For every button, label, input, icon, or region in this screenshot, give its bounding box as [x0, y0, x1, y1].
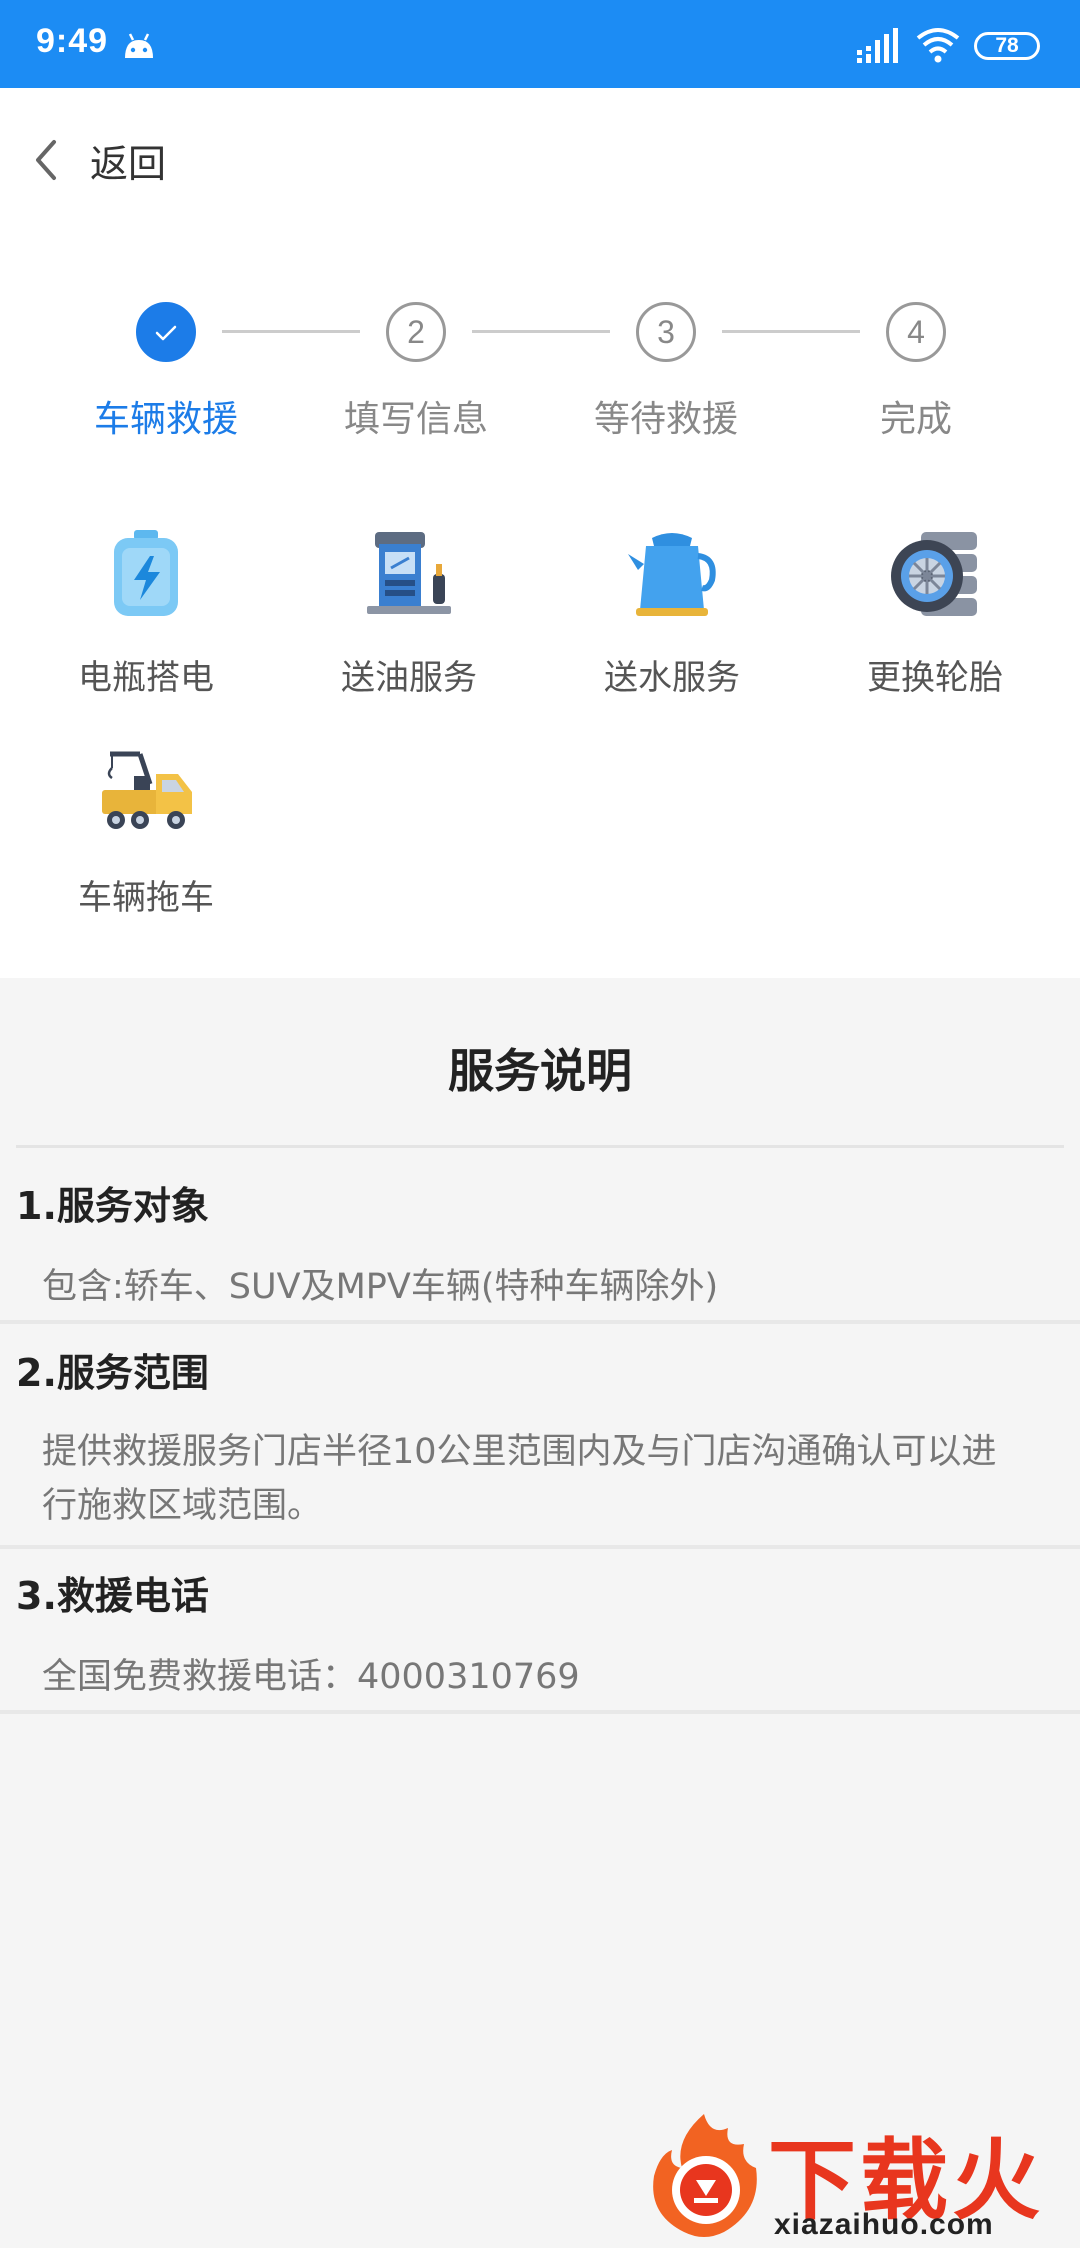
tow-truck-icon [102, 751, 192, 829]
section-3-title: 3.救援电话 [16, 1574, 209, 1618]
signal-icon [857, 28, 898, 63]
service-tire-label: 更换轮胎 [867, 658, 1003, 698]
step-3-circle: 3 [636, 302, 696, 362]
section-divider [0, 1710, 1080, 1714]
wifi-icon [916, 28, 960, 63]
service-battery-label: 电瓶搭电 [78, 658, 214, 698]
step-3-label: 等待救援 [593, 399, 738, 440]
step-4-circle: 4 [886, 302, 946, 362]
step-connector-2 [472, 330, 610, 333]
section-2-title: 2.服务范围 [16, 1351, 209, 1395]
watermark-url: xiazaihuo.com [774, 2208, 994, 2241]
fuel-pump-icon [367, 532, 451, 614]
tire-icon [891, 532, 977, 616]
step-1-label: 车辆救援 [93, 399, 238, 440]
back-button[interactable]: 返回 [28, 130, 166, 190]
service-water-label: 送水服务 [604, 658, 740, 698]
water-kettle-icon [628, 533, 716, 616]
service-battery[interactable]: 电瓶搭电 [31, 524, 261, 699]
step-connector-3 [722, 330, 860, 333]
description-title: 服务说明 [448, 1044, 632, 1098]
status-time: 9:49 [36, 22, 109, 60]
flame-logo-icon [653, 2114, 757, 2237]
section-divider [0, 1320, 1080, 1324]
description-divider [16, 1145, 1064, 1148]
service-fuel[interactable]: 送油服务 [294, 524, 524, 699]
back-label: 返回 [90, 141, 167, 186]
step-connector-1 [222, 330, 360, 333]
service-tow-label: 车辆拖车 [78, 878, 214, 918]
status-bar: 9:49 78 [0, 0, 1080, 88]
chevron-left-icon [36, 140, 56, 180]
service-fuel-label: 送油服务 [341, 658, 477, 698]
section-3-body: 全国免费救援电话：4000310769 [42, 1657, 580, 1697]
step-2-circle: 2 [386, 302, 446, 362]
battery-charge-icon [114, 530, 178, 616]
service-water[interactable]: 送水服务 [557, 524, 787, 699]
battery-indicator: 78 [974, 32, 1040, 60]
service-tire[interactable]: 更换轮胎 [820, 524, 1050, 699]
service-tow[interactable]: 车辆拖车 [31, 744, 261, 919]
step-2-label: 填写信息 [343, 399, 488, 440]
section-divider [0, 1545, 1080, 1549]
check-icon [155, 325, 177, 341]
section-2-body: 提供救援服务门店半径10公里范围内及与门店沟通确认可以进行施救区域范围。 [42, 1432, 997, 1526]
step-4-label: 完成 [879, 399, 952, 440]
section-1-title: 1.服务对象 [16, 1184, 209, 1228]
step-1-circle [136, 302, 196, 362]
section-1-body: 包含:轿车、SUV及MPV车辆(特种车辆除外) [42, 1267, 719, 1307]
android-icon [125, 33, 153, 58]
watermark: 下载火 xiazaihuo.com [640, 2106, 1080, 2248]
